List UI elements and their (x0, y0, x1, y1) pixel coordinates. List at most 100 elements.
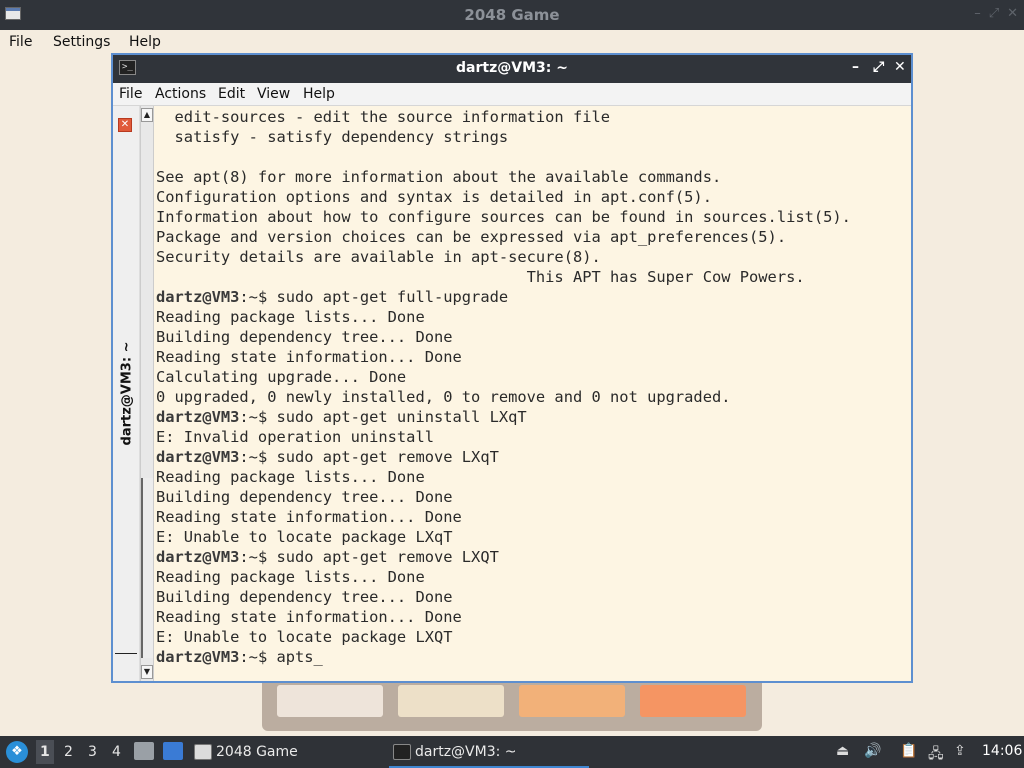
terminal-line: Package and version choices can be expre… (156, 227, 911, 247)
menu-file[interactable]: File (9, 34, 32, 50)
terminal-tab[interactable]: dartz@VM3: ~ (117, 316, 137, 476)
terminal-line-text: E: Invalid operation uninstall (156, 428, 434, 446)
terminal-line: edit-sources - edit the source informati… (156, 107, 911, 127)
terminal-line-text: Reading state information... Done (156, 508, 462, 526)
start-menu-icon[interactable]: ❖ (6, 741, 28, 763)
terminal-line: dartz@VM3:~$ apts_ (156, 647, 911, 667)
game-tile (640, 685, 746, 717)
prompt-user: dartz@VM3 (156, 288, 240, 306)
terminal-line-text: Security details are available in apt-se… (156, 248, 601, 266)
terminal-line: See apt(8) for more information about th… (156, 167, 911, 187)
terminal-line-text: :~$ sudo apt-get full-upgrade (239, 288, 509, 306)
game-tile (277, 685, 383, 717)
terminal-line: Building dependency tree... Done (156, 327, 911, 347)
terminal-line: 0 upgraded, 0 newly installed, 0 to remo… (156, 387, 911, 407)
terminal-line-text: Reading state information... Done (156, 608, 462, 626)
terminal-icon (393, 744, 411, 760)
terminal-line: E: Unable to locate package LXqT (156, 527, 911, 547)
prompt-user: dartz@VM3 (156, 548, 240, 566)
terminal-line: Reading state information... Done (156, 607, 911, 627)
clipboard-icon[interactable]: 📋 (900, 743, 917, 759)
terminal-line: Reading state information... Done (156, 507, 911, 527)
workspace-2[interactable]: 2 (64, 744, 73, 760)
workspace-1[interactable]: 1 (36, 740, 54, 764)
menu-file[interactable]: File (119, 86, 142, 102)
terminal-line: E: Invalid operation uninstall (156, 427, 911, 447)
terminal-line: E: Unable to locate package LXQT (156, 627, 911, 647)
clock: 14:06 (982, 743, 1023, 759)
terminal-line-text: :~$ sudo apt-get remove LXQT (239, 548, 499, 566)
terminal-line-text: satisfy - satisfy dependency strings (156, 128, 509, 146)
terminal-line: Reading state information... Done (156, 347, 911, 367)
close-tab-icon[interactable]: ✕ (118, 118, 132, 132)
menu-help[interactable]: Help (129, 34, 161, 50)
window-icon (194, 744, 212, 760)
minimize-icon[interactable]: – (852, 59, 859, 75)
terminal-line: Configuration options and syntax is deta… (156, 187, 911, 207)
taskbar-item-2048[interactable]: 2048 Game (190, 738, 380, 766)
menu-settings[interactable]: Settings (53, 34, 110, 50)
maximize-icon[interactable]: ⤢ (989, 6, 999, 21)
terminal-line-text: :~$ sudo apt-get remove LXqT (239, 448, 499, 466)
menu-help[interactable]: Help (303, 86, 335, 102)
file-manager-icon[interactable] (134, 742, 154, 760)
game-tile (398, 685, 504, 717)
tab-divider (115, 653, 137, 654)
game-tile (519, 685, 625, 717)
terminal-menubar: File Actions Edit View Help (113, 83, 911, 106)
network-icon[interactable]: 🖧 (928, 743, 944, 767)
volume-icon[interactable]: 🔊 (864, 743, 881, 759)
prompt-user: dartz@VM3 (156, 408, 240, 426)
prompt-user: dartz@VM3 (156, 448, 240, 466)
terminal-line: Reading package lists... Done (156, 467, 911, 487)
workspace-3[interactable]: 3 (88, 744, 97, 760)
terminal-tab-sidebar: ✕ dartz@VM3: ~ (113, 106, 140, 681)
menu-edit[interactable]: Edit (218, 86, 245, 102)
maximize-icon[interactable]: ⤢ (873, 59, 884, 75)
terminal-line: dartz@VM3:~$ sudo apt-get uninstall LXqT (156, 407, 911, 427)
show-desktop-icon[interactable] (163, 742, 183, 760)
game-board (262, 676, 762, 731)
scroll-down-icon[interactable]: ▼ (141, 665, 153, 679)
terminal-line-text: See apt(8) for more information about th… (156, 168, 722, 186)
background-window-titlebar[interactable]: 2048 Game – ⤢ ✕ (0, 0, 1024, 30)
update-icon[interactable]: ⇪ (954, 743, 966, 759)
terminal-scrollbar[interactable]: ▲ ▼ (140, 106, 154, 681)
terminal-line-text: 0 upgraded, 0 newly installed, 0 to remo… (156, 388, 731, 406)
upload-icon[interactable]: ⏏ (836, 743, 849, 759)
close-icon[interactable]: ✕ (894, 59, 906, 75)
terminal-line: Reading package lists... Done (156, 307, 911, 327)
minimize-icon[interactable]: – (974, 6, 981, 21)
scrollbar-thumb[interactable] (141, 478, 153, 658)
terminal-line: Building dependency tree... Done (156, 487, 911, 507)
terminal-line: Calculating upgrade... Done (156, 367, 911, 387)
terminal-line: Reading package lists... Done (156, 567, 911, 587)
terminal-line: Information about how to configure sourc… (156, 207, 911, 227)
terminal-line: Security details are available in apt-se… (156, 247, 911, 267)
terminal-line-text: Reading state information... Done (156, 348, 462, 366)
menu-view[interactable]: View (257, 86, 290, 102)
terminal-output[interactable]: edit-sources - edit the source informati… (154, 106, 911, 681)
terminal-line-text: :~$ apts_ (239, 648, 323, 666)
terminal-line-text: Package and version choices can be expre… (156, 228, 787, 246)
terminal-tab-label: dartz@VM3: ~ (119, 341, 135, 446)
terminal-line-text: Reading package lists... Done (156, 308, 425, 326)
terminal-line-text: Information about how to configure sourc… (156, 208, 851, 226)
terminal-line-text: Building dependency tree... Done (156, 588, 453, 606)
terminal-line-text: Reading package lists... Done (156, 468, 425, 486)
terminal-line-text: Reading package lists... Done (156, 568, 425, 586)
terminal-line-text: Building dependency tree... Done (156, 328, 453, 346)
close-icon[interactable]: ✕ (1007, 6, 1018, 21)
taskbar-item-terminal[interactable]: dartz@VM3: ~ (389, 738, 589, 768)
terminal-title: dartz@VM3: ~ (456, 60, 568, 76)
terminal-line-text: E: Unable to locate package LXQT (156, 628, 453, 646)
workspace-4[interactable]: 4 (112, 744, 121, 760)
terminal-line-text: edit-sources - edit the source informati… (156, 108, 611, 126)
terminal-line-text: Building dependency tree... Done (156, 488, 453, 506)
menu-actions[interactable]: Actions (155, 86, 206, 102)
prompt-user: dartz@VM3 (156, 648, 240, 666)
terminal-titlebar[interactable]: >_ dartz@VM3: ~ – ⤢ ✕ (113, 55, 911, 83)
scroll-up-icon[interactable]: ▲ (141, 108, 153, 122)
terminal-line: dartz@VM3:~$ sudo apt-get remove LXqT (156, 447, 911, 467)
